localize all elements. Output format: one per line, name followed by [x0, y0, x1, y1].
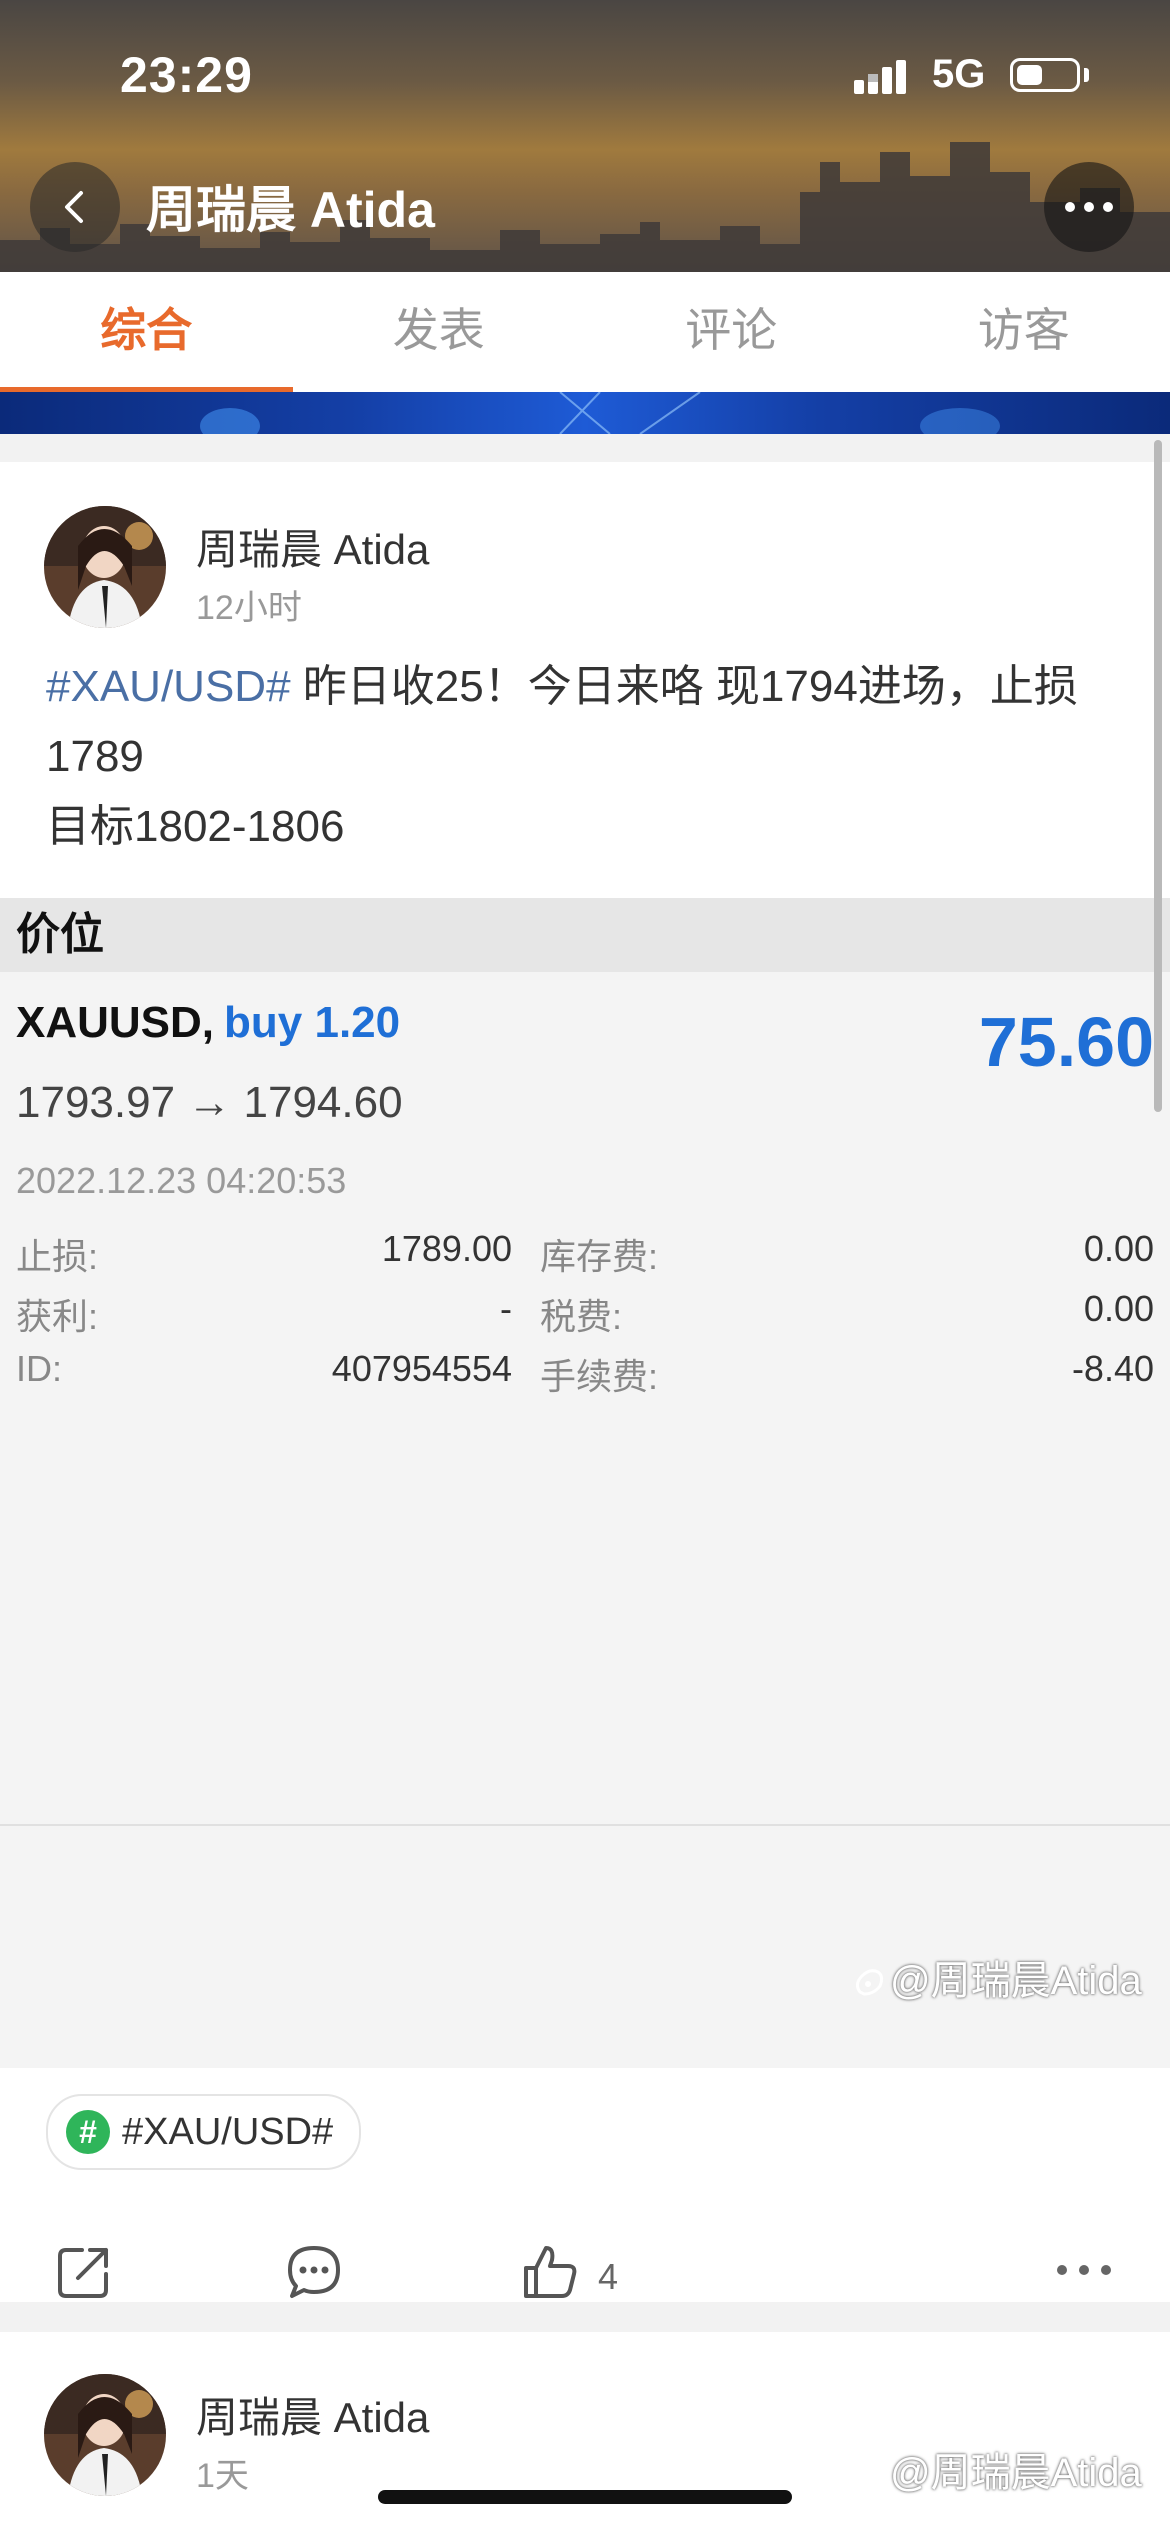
post-text: #XAU/USD# 昨日收25！今日来咯 现1794进场，止损1789 目标18…: [46, 652, 1126, 862]
chevron-left-icon: [65, 191, 83, 223]
hashtag-link[interactable]: #XAU/USD#: [46, 662, 291, 711]
image-header: 价位: [0, 898, 1170, 972]
post-text-line2: 目标1802-1806: [46, 802, 345, 851]
profile-header: 23:29 5G 周瑞晨 Atida: [0, 0, 1170, 272]
tab-posts[interactable]: 发表: [293, 272, 586, 392]
tax-label: 税费:: [540, 1296, 623, 1337]
take-profit-value: -: [500, 1288, 512, 1329]
weibo-logo-icon: [855, 1969, 884, 1996]
avatar-image-2: [44, 2374, 166, 2496]
tab-visitors[interactable]: 访客: [878, 272, 1170, 392]
stop-loss-value: 1789.00: [381, 1228, 512, 1269]
profile-tabs: 综合 发表 评论 访客: [0, 272, 1170, 392]
back-button[interactable]: [30, 162, 120, 252]
symbol-name: XAUUSD,: [16, 998, 215, 1047]
topic-tag[interactable]: # #XAU/USD#: [46, 2094, 362, 2170]
watermark-2: @周瑞晨Atida: [852, 2440, 1142, 2498]
status-time: 23:29: [120, 47, 253, 103]
avatar[interactable]: [44, 506, 166, 628]
like-icon[interactable]: [520, 2242, 580, 2302]
avatar-2[interactable]: [44, 2374, 166, 2496]
commission-label: 手续费:: [540, 1356, 659, 1397]
tab-overview[interactable]: 综合: [0, 272, 293, 392]
swap-label: 库存费:: [540, 1236, 659, 1277]
banner-graphic: [200, 392, 1000, 434]
home-indicator[interactable]: [378, 2490, 792, 2504]
promo-banner[interactable]: [0, 392, 1170, 434]
trade-profit: 75.60: [978, 1003, 1154, 1081]
page-title: 周瑞晨 Atida: [146, 182, 435, 238]
image-divider: [0, 1824, 1170, 1826]
comment-icon[interactable]: [284, 2242, 344, 2302]
signal-strength-icon: [854, 60, 906, 94]
post-time: 12小时: [196, 589, 302, 627]
post-image[interactable]: 价位 XAUUSD, buy 1.20 75.60 1793.97 → 1794.…: [0, 898, 1170, 2068]
ellipsis-icon: [1065, 202, 1113, 212]
scrollbar[interactable]: [1154, 440, 1162, 1112]
network-type: 5G: [932, 52, 986, 96]
battery-level: [1017, 65, 1042, 85]
post-time-2: 1天: [196, 2457, 249, 2495]
more-options-button[interactable]: [1044, 162, 1134, 252]
share-icon[interactable]: [54, 2242, 114, 2302]
post-card: 周瑞晨 Atida 12小时 #XAU/USD# 昨日收25！今日来咯 现179…: [0, 462, 1170, 2302]
take-profit-label: 获利:: [16, 1296, 99, 1337]
battery-icon: [1010, 58, 1080, 92]
watermark-text-2: @周瑞晨Atida: [890, 2451, 1142, 2495]
trade-symbol: XAUUSD, buy 1.20: [16, 998, 400, 1048]
commission-value: -8.40: [1071, 1348, 1154, 1389]
watermark-text: @周瑞晨Atida: [890, 1959, 1142, 2003]
stop-loss-label: 止损:: [16, 1236, 99, 1277]
battery-cap: [1084, 68, 1089, 82]
watermark: @周瑞晨Atida: [852, 1948, 1142, 2006]
tax-value: 0.00: [1083, 1288, 1154, 1329]
status-bar: 23:29 5G: [0, 0, 1170, 150]
trade-prices: 1793.97 → 1794.60: [16, 1078, 403, 1127]
topic-tag-label: #XAU/USD#: [122, 2110, 334, 2153]
trade-timestamp: 2022.12.23 04:20:53: [16, 1160, 347, 1201]
author-name-2[interactable]: 周瑞晨 Atida: [196, 2384, 429, 2445]
avatar-image: [44, 506, 166, 628]
order-id-label: ID:: [16, 1348, 63, 1389]
like-count: 4: [598, 2256, 619, 2297]
trade-side: buy 1.20: [224, 998, 401, 1047]
swap-value: 0.00: [1083, 1228, 1154, 1269]
post-more-icon[interactable]: [1054, 2262, 1114, 2278]
order-id-value: 407954554: [331, 1348, 512, 1389]
tab-comments[interactable]: 评论: [585, 272, 878, 392]
weibo-logo-icon: [855, 2461, 884, 2488]
hashtag-icon: #: [66, 2110, 110, 2154]
author-name[interactable]: 周瑞晨 Atida: [196, 516, 429, 577]
